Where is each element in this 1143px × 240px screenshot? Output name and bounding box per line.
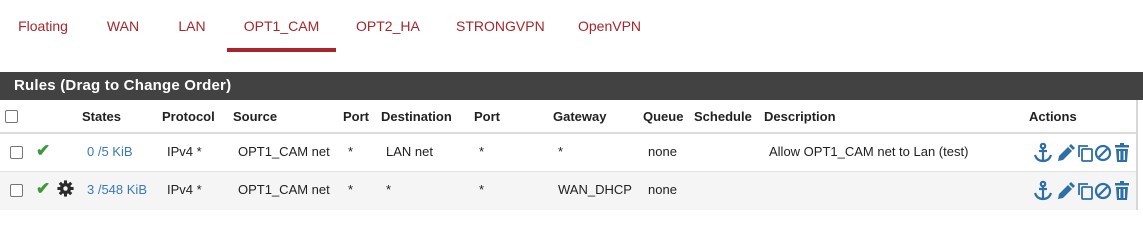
trash-icon[interactable] (1115, 181, 1129, 200)
tab-underline-active (227, 48, 336, 52)
queue-value: none (648, 144, 677, 159)
select-all-checkbox[interactable] (5, 110, 18, 123)
destination-value: LAN net (386, 144, 433, 159)
pencil-icon[interactable] (1058, 182, 1075, 199)
disable-icon[interactable] (1094, 144, 1112, 162)
tab-underline (17, 48, 69, 52)
check-icon[interactable]: ✔ (36, 141, 50, 161)
col-description[interactable]: Description (764, 109, 836, 124)
tab-lan[interactable]: LAN (178, 0, 206, 52)
tab-openvpn[interactable]: OpenVPN (578, 0, 642, 52)
states-link[interactable]: 0 /5 KiB (87, 144, 133, 159)
tab-opt1-cam[interactable]: OPT1_CAM (227, 0, 336, 52)
copy-icon[interactable] (1078, 145, 1093, 162)
queue-value: none (648, 182, 677, 197)
table-header-row: States Protocol Source Port Destination … (0, 100, 1136, 134)
gateway-value: * (558, 144, 564, 159)
col-port-dest[interactable]: Port (474, 109, 500, 124)
port-value: * (348, 182, 354, 197)
tab-label: OPT2_HA (356, 18, 420, 34)
tab-label: Floating (18, 18, 68, 34)
gateway-value: WAN_DHCP (558, 182, 632, 197)
check-icon[interactable]: ✔ (36, 179, 50, 199)
col-queue[interactable]: Queue (643, 109, 683, 124)
protocol-value: IPv4 * (167, 144, 202, 159)
tab-underline (356, 48, 418, 52)
tab-opt2-ha[interactable]: OPT2_HA (356, 0, 420, 52)
col-port[interactable]: Port (343, 109, 369, 124)
tab-label: OPT1_CAM (243, 18, 320, 34)
interface-tabs: Floating WAN LAN OPT1_CAM OPT2_HA STRONG… (0, 0, 1143, 52)
trash-icon[interactable] (1115, 143, 1129, 162)
tab-floating[interactable]: Floating (17, 0, 69, 52)
col-states[interactable]: States (82, 109, 121, 124)
tab-wan[interactable]: WAN (106, 0, 140, 52)
anchor-icon[interactable] (1033, 180, 1053, 201)
copy-icon[interactable] (1078, 183, 1093, 200)
protocol-value: IPv4 * (167, 182, 202, 197)
col-destination[interactable]: Destination (381, 109, 452, 124)
col-source[interactable]: Source (233, 109, 277, 124)
col-schedule[interactable]: Schedule (694, 109, 752, 124)
col-protocol[interactable]: Protocol (162, 109, 215, 124)
col-gateway[interactable]: Gateway (553, 109, 606, 124)
row-checkbox[interactable] (10, 146, 23, 159)
tab-label: LAN (178, 18, 206, 34)
col-actions: Actions (1029, 109, 1077, 124)
tab-strongvpn[interactable]: STRONGVPN (456, 0, 545, 52)
row-actions (1033, 142, 1133, 169)
anchor-icon[interactable] (1033, 142, 1053, 163)
tab-underline (456, 48, 540, 52)
panel-title: Rules (Drag to Change Order) (0, 72, 1143, 100)
tab-label: WAN (106, 18, 140, 34)
disable-icon[interactable] (1094, 182, 1112, 200)
pencil-icon[interactable] (1058, 144, 1075, 161)
source-value: OPT1_CAM net (238, 182, 330, 197)
table-row[interactable]: ✔ 0 /5 KiB IPv4 * OPT1_CAM net * LAN net… (0, 134, 1136, 172)
dest-port-value: * (479, 144, 485, 159)
table-row[interactable]: ✔ 3 /548 KiB IPv4 * OPT1_CAM net * * * W… (0, 172, 1136, 210)
port-value: * (348, 144, 354, 159)
gear-icon[interactable] (57, 180, 74, 202)
tab-underline (106, 48, 140, 52)
states-link[interactable]: 3 /548 KiB (87, 182, 147, 197)
tab-label: OpenVPN (578, 18, 642, 34)
destination-value: * (386, 182, 392, 197)
description-value: Allow OPT1_CAM net to Lan (test) (769, 144, 969, 159)
rules-table: States Protocol Source Port Destination … (0, 100, 1138, 210)
tab-underline (578, 48, 640, 52)
tab-underline (178, 48, 206, 52)
row-actions (1033, 180, 1133, 207)
source-value: OPT1_CAM net (238, 144, 330, 159)
dest-port-value: * (479, 182, 485, 197)
tab-label: STRONGVPN (456, 18, 545, 34)
row-checkbox[interactable] (10, 184, 23, 197)
